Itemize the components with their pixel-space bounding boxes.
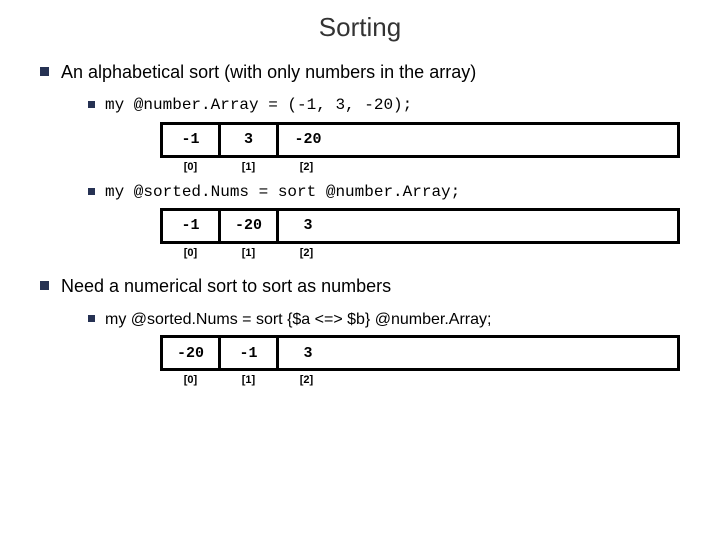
code-line-sorted-nums: my @sorted.Nums = sort @number.Array; bbox=[88, 183, 680, 202]
bullet-text: Need a numerical sort to sort as numbers bbox=[61, 275, 391, 298]
bullet-alphabetical-sort: An alphabetical sort (with only numbers … bbox=[40, 61, 680, 84]
array-diagram-2: -1 -20 3 [0] [1] [2] bbox=[160, 208, 680, 259]
code-text: my @sorted.Nums = sort {$a <=> $b} @numb… bbox=[105, 310, 491, 329]
array-diagram-3: -20 -1 3 [0] [1] [2] bbox=[160, 335, 680, 386]
index-label: [1] bbox=[218, 161, 276, 173]
index-row: [0] [1] [2] bbox=[160, 161, 680, 173]
array-row: -1 3 -20 bbox=[160, 122, 680, 158]
square-bullet-icon bbox=[88, 101, 95, 108]
index-label: [2] bbox=[276, 161, 334, 173]
index-label: [2] bbox=[276, 247, 334, 259]
index-label: [1] bbox=[218, 247, 276, 259]
array-cell: -20 bbox=[221, 211, 279, 241]
square-bullet-icon bbox=[40, 281, 49, 290]
index-label: [0] bbox=[160, 161, 218, 173]
square-bullet-icon bbox=[40, 67, 49, 76]
code-line-number-array: my @number.Array = (-1, 3, -20); bbox=[88, 96, 680, 115]
square-bullet-icon bbox=[88, 188, 95, 195]
index-label: [1] bbox=[218, 374, 276, 386]
bullet-numerical-sort: Need a numerical sort to sort as numbers bbox=[40, 275, 680, 298]
index-label: [0] bbox=[160, 374, 218, 386]
array-cell: 3 bbox=[221, 125, 279, 155]
array-cell: 3 bbox=[279, 338, 337, 368]
array-row: -20 -1 3 bbox=[160, 335, 680, 371]
bullet-text: An alphabetical sort (with only numbers … bbox=[61, 61, 476, 84]
square-bullet-icon bbox=[88, 315, 95, 322]
array-cell: -1 bbox=[163, 125, 221, 155]
array-cell: -1 bbox=[221, 338, 279, 368]
code-text: my @number.Array = (-1, 3, -20); bbox=[105, 96, 412, 115]
array-row: -1 -20 3 bbox=[160, 208, 680, 244]
array-cell: -1 bbox=[163, 211, 221, 241]
array-cell: 3 bbox=[279, 211, 337, 241]
index-label: [0] bbox=[160, 247, 218, 259]
array-cell: -20 bbox=[279, 125, 337, 155]
index-label: [2] bbox=[276, 374, 334, 386]
array-cell: -20 bbox=[163, 338, 221, 368]
code-line-numerical-sort: my @sorted.Nums = sort {$a <=> $b} @numb… bbox=[88, 310, 680, 329]
index-row: [0] [1] [2] bbox=[160, 374, 680, 386]
index-row: [0] [1] [2] bbox=[160, 247, 680, 259]
code-text: my @sorted.Nums = sort @number.Array; bbox=[105, 183, 460, 202]
array-diagram-1: -1 3 -20 [0] [1] [2] bbox=[160, 122, 680, 173]
slide-title: Sorting bbox=[40, 12, 680, 43]
